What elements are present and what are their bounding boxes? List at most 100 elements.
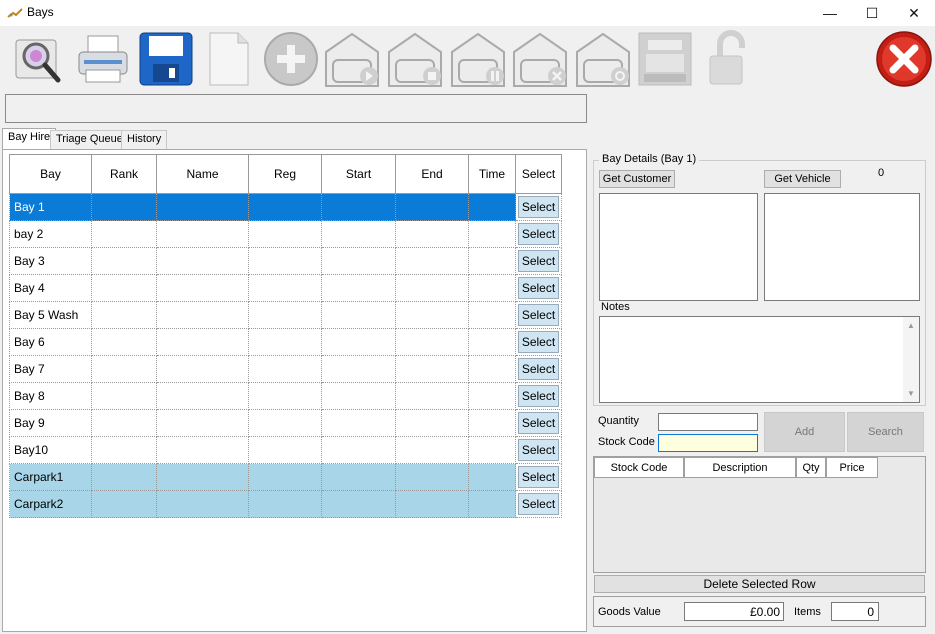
bay-cell[interactable]: Bay 3 (9, 247, 92, 275)
minimize-button[interactable]: — (808, 0, 852, 26)
name-cell[interactable] (156, 301, 249, 329)
reg-cell[interactable] (248, 463, 322, 491)
new-document-button[interactable] (200, 30, 258, 88)
goods-value-field[interactable]: £0.00 (684, 602, 784, 621)
column-header-reg[interactable]: Reg (248, 154, 322, 194)
end-cell[interactable] (395, 220, 469, 248)
bay-cell[interactable]: Bay 4 (9, 274, 92, 302)
table-row[interactable]: bay 2 Select (9, 220, 562, 248)
select-button[interactable]: Select (518, 493, 559, 515)
search-stock-button[interactable]: Search (847, 412, 924, 452)
rank-cell[interactable] (91, 247, 157, 275)
start-cell[interactable] (321, 247, 396, 275)
bay-cell[interactable]: Bay 8 (9, 382, 92, 410)
reg-cell[interactable] (248, 301, 322, 329)
select-button[interactable]: Select (518, 223, 559, 245)
start-cell[interactable] (321, 409, 396, 437)
items-count-field[interactable]: 0 (831, 602, 879, 621)
table-row[interactable]: Carpark1 Select (9, 463, 562, 491)
garage-cancel-button[interactable] (511, 30, 569, 88)
customer-details-box[interactable] (599, 193, 758, 301)
table-row[interactable]: Bay 4 Select (9, 274, 562, 302)
column-header-time[interactable]: Time (468, 154, 516, 194)
start-cell[interactable] (321, 490, 396, 518)
name-cell[interactable] (156, 436, 249, 464)
bay-cell[interactable]: Bay 7 (9, 355, 92, 383)
column-header-rank[interactable]: Rank (91, 154, 157, 194)
save-button[interactable] (137, 30, 195, 88)
time-cell[interactable] (468, 274, 516, 302)
rank-cell[interactable] (91, 409, 157, 437)
column-header-name[interactable]: Name (156, 154, 249, 194)
notes-textarea[interactable]: ▲ ▼ (599, 316, 920, 403)
name-cell[interactable] (156, 463, 249, 491)
end-cell[interactable] (395, 490, 469, 518)
time-cell[interactable] (468, 382, 516, 410)
get-customer-button[interactable]: Get Customer (599, 170, 675, 188)
time-cell[interactable] (468, 193, 516, 221)
table-row[interactable]: Bay 6 Select (9, 328, 562, 356)
table-row[interactable]: Bay10 Select (9, 436, 562, 464)
name-cell[interactable] (156, 193, 249, 221)
time-cell[interactable] (468, 490, 516, 518)
bay-cell[interactable]: Bay 1 (9, 193, 92, 221)
rank-cell[interactable] (91, 274, 157, 302)
print-button[interactable] (74, 30, 132, 88)
select-button[interactable]: Select (518, 466, 559, 488)
start-cell[interactable] (321, 301, 396, 329)
start-cell[interactable] (321, 463, 396, 491)
delete-selected-row-button[interactable]: Delete Selected Row (594, 575, 925, 593)
column-header-end[interactable]: End (395, 154, 469, 194)
bay-cell[interactable]: Carpark2 (9, 490, 92, 518)
select-button[interactable]: Select (518, 439, 559, 461)
column-header-select[interactable]: Select (515, 154, 562, 194)
rank-cell[interactable] (91, 382, 157, 410)
column-header-price[interactable]: Price (826, 457, 878, 478)
time-cell[interactable] (468, 436, 516, 464)
rank-cell[interactable] (91, 463, 157, 491)
reg-cell[interactable] (248, 220, 322, 248)
exit-button[interactable] (875, 30, 933, 88)
end-cell[interactable] (395, 436, 469, 464)
close-window-button[interactable]: ✕ (892, 0, 935, 26)
garage-refresh-button[interactable] (574, 30, 632, 88)
add-button[interactable] (262, 30, 320, 88)
table-row[interactable]: Bay 8 Select (9, 382, 562, 410)
rank-cell[interactable] (91, 436, 157, 464)
quantity-input[interactable] (658, 413, 758, 431)
time-cell[interactable] (468, 409, 516, 437)
add-stock-button[interactable]: Add (764, 412, 845, 452)
column-header-description[interactable]: Description (684, 457, 796, 478)
table-row[interactable]: Bay 9 Select (9, 409, 562, 437)
select-button[interactable]: Select (518, 385, 559, 407)
table-row[interactable]: Bay 5 Wash Select (9, 301, 562, 329)
rank-cell[interactable] (91, 490, 157, 518)
name-cell[interactable] (156, 274, 249, 302)
rank-cell[interactable] (91, 355, 157, 383)
time-cell[interactable] (468, 463, 516, 491)
bay-cell[interactable]: Bay 5 Wash (9, 301, 92, 329)
name-cell[interactable] (156, 382, 249, 410)
end-cell[interactable] (395, 274, 469, 302)
end-cell[interactable] (395, 382, 469, 410)
time-cell[interactable] (468, 355, 516, 383)
time-cell[interactable] (468, 301, 516, 329)
table-row[interactable]: Carpark2 Select (9, 490, 562, 518)
reg-cell[interactable] (248, 409, 322, 437)
end-cell[interactable] (395, 463, 469, 491)
reg-cell[interactable] (248, 355, 322, 383)
start-cell[interactable] (321, 436, 396, 464)
scroll-down-icon[interactable]: ▼ (907, 389, 915, 398)
name-cell[interactable] (156, 409, 249, 437)
select-button[interactable]: Select (518, 358, 559, 380)
cash-register-button[interactable] (636, 30, 694, 88)
name-cell[interactable] (156, 247, 249, 275)
time-cell[interactable] (468, 220, 516, 248)
reg-cell[interactable] (248, 436, 322, 464)
start-cell[interactable] (321, 274, 396, 302)
table-row[interactable]: Bay 3 Select (9, 247, 562, 275)
maximize-button[interactable]: ☐ (850, 0, 894, 26)
end-cell[interactable] (395, 301, 469, 329)
reg-cell[interactable] (248, 274, 322, 302)
select-button[interactable]: Select (518, 196, 559, 218)
